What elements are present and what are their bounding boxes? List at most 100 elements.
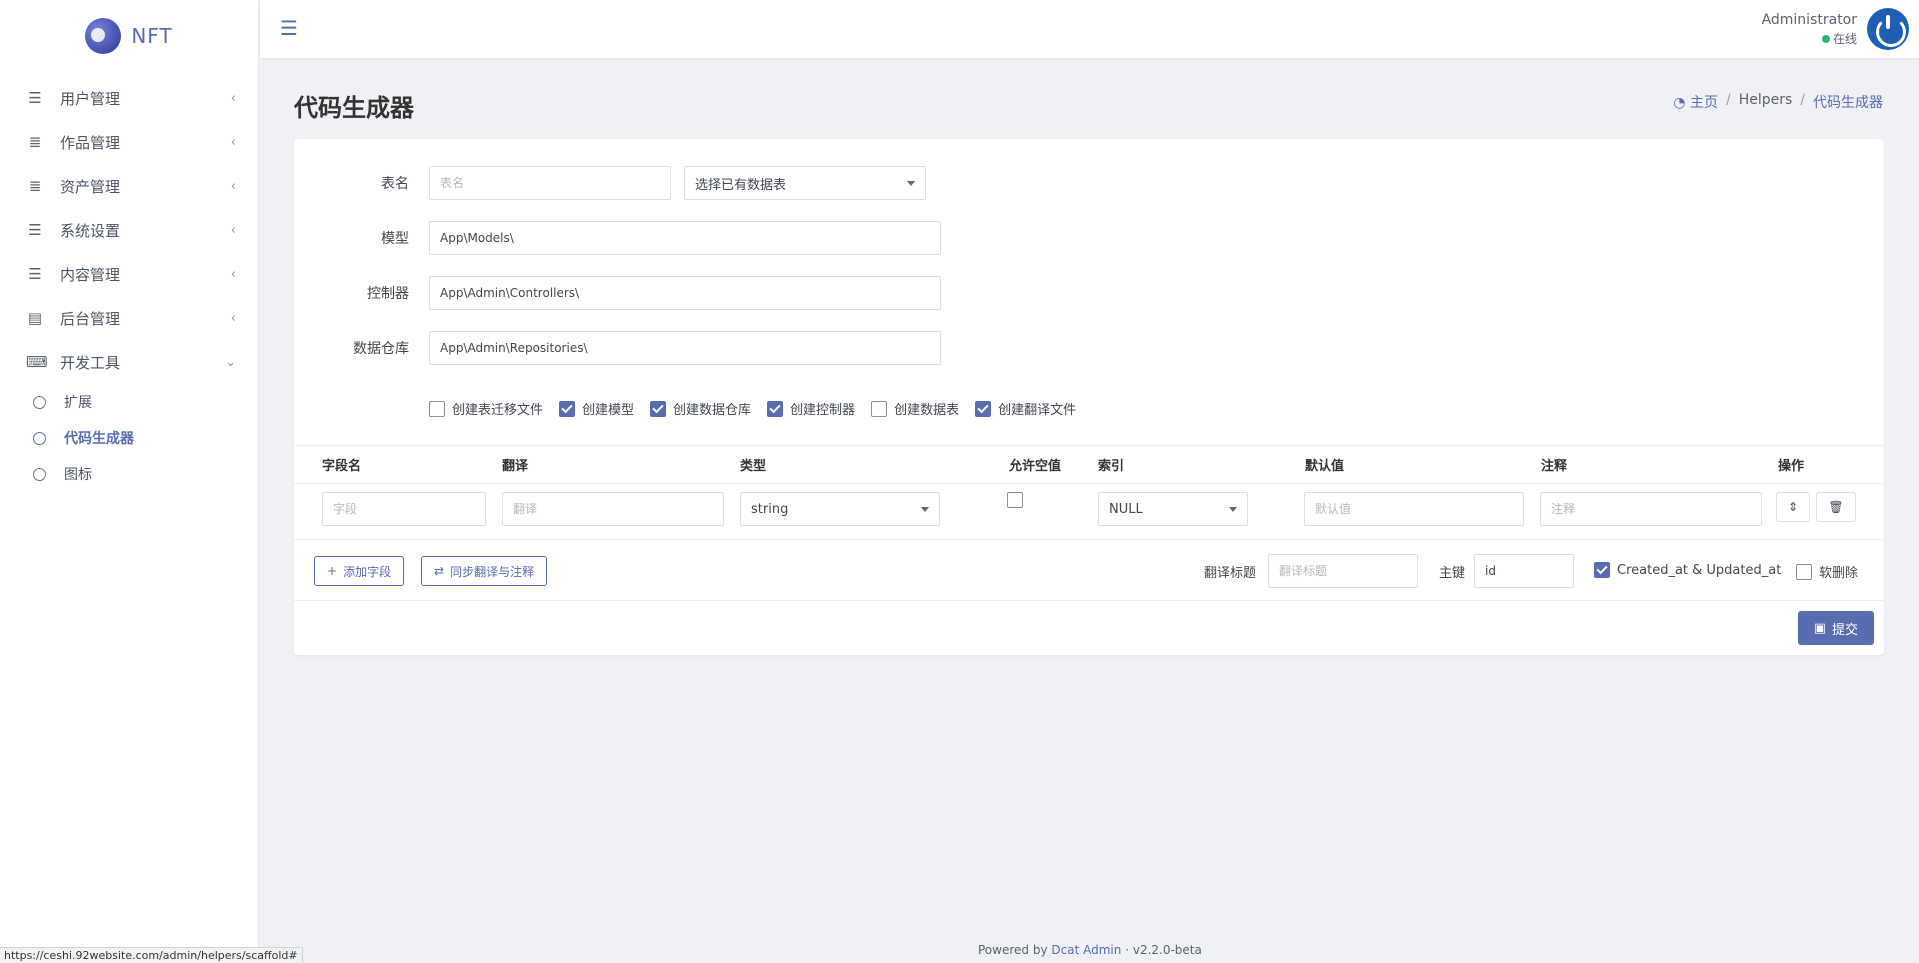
breadcrumb-home[interactable]: ◔ 主页 [1673,92,1718,112]
th-translation: 翻译 [502,459,529,474]
trash-icon: 🗑 [1828,500,1844,514]
user-menu[interactable]: Administrator 在线 [1762,0,1919,58]
sidebar-subitem-label: 图标 [64,467,92,483]
controller-input[interactable] [429,276,941,310]
table-name-label: 表名 [381,176,409,192]
breadcrumb: ◔ 主页 / Helpers / 代码生成器 [1673,92,1883,112]
sidebar-item-settings[interactable]: ☰ 系统设置 ‹ [0,208,258,252]
field-name-input[interactable] [322,492,486,526]
submit-button[interactable]: ▣ 提交 [1797,611,1874,645]
avatar[interactable] [1867,8,1909,50]
save-icon: ▣ [1813,620,1826,636]
menu-toggle-icon[interactable]: ☰ [280,16,298,40]
checkbox[interactable] [975,400,992,417]
add-field-button[interactable]: + 添加字段 [314,556,405,586]
checkbox[interactable] [1796,563,1812,580]
th-nullable: 允许空值 [1009,459,1062,474]
status-url: https://ceshi.92website.com/admin/helper… [4,949,298,962]
sidebar-subitem-label: 扩展 [64,395,92,411]
chevron-left-icon: ‹ [230,134,236,150]
checkbox[interactable] [429,400,445,417]
timestamps-option[interactable]: Created_at & Updated_at [1594,562,1781,578]
primary-key-label: 主键 [1439,566,1466,581]
dashboard-icon: ◔ [1673,95,1686,111]
checkbox[interactable] [559,400,576,417]
controller-label: 控制器 [367,286,409,302]
checkbox[interactable] [1594,562,1610,578]
breadcrumb-current: 代码生成器 [1813,95,1883,111]
footer: Powered by Dcat Admin · v2.2.0-beta [978,943,1202,957]
field-comment-input[interactable] [1540,492,1762,526]
field-index-select[interactable]: NULL [1098,492,1248,526]
sort-button[interactable]: ⇕ [1776,492,1810,522]
sidebar-subitem-extensions[interactable]: 扩展 [0,384,258,420]
sidebar-item-devtools[interactable]: ⌨ 开发工具 ⌄ [0,340,258,384]
sidebar-subitem-icons[interactable]: 图标 [0,456,258,492]
option-create-controller[interactable]: 创建控制器 [767,399,855,418]
bars-icon: ☰ [28,221,42,239]
repository-row: 数据仓库 [294,331,941,365]
checkbox[interactable] [650,400,667,417]
devtools-submenu: 扩展 代码生成器 图标 [0,384,258,492]
chevron-left-icon: ‹ [230,178,236,194]
delete-row-button[interactable]: 🗑 [1816,492,1856,522]
checkbox[interactable] [871,400,888,417]
sidebar-item-assets[interactable]: ≣ 资产管理 ‹ [0,164,258,208]
translation-title-input[interactable] [1268,554,1418,588]
browser-status-bar: https://ceshi.92website.com/admin/helper… [0,947,303,963]
sidebar: NFT ☰ 用户管理 ‹ ≣ 作品管理 ‹ ≣ 资产管理 ‹ ☰ 系统设置 ‹ … [0,0,259,963]
sidebar-item-label: 后台管理 [60,309,121,328]
th-default: 默认值 [1305,459,1345,474]
sidebar-item-works[interactable]: ≣ 作品管理 ‹ [0,120,258,164]
translation-title-label: 翻译标题 [1204,566,1257,581]
th-type: 类型 [740,459,767,474]
controller-row: 控制器 [294,276,941,310]
sidebar-subitem-scaffold[interactable]: 代码生成器 [0,420,258,456]
circle-icon [33,395,46,409]
primary-key-input[interactable] [1474,554,1574,588]
dcat-admin-link[interactable]: Dcat Admin [1051,943,1121,957]
model-row: 模型 [294,221,941,255]
model-label: 模型 [381,231,409,247]
th-comment: 注释 [1541,459,1568,474]
checkbox[interactable] [767,400,784,417]
user-info: Administrator 在线 [1762,12,1857,47]
keyboard-icon: ⌨ [26,353,48,371]
option-create-table[interactable]: 创建数据表 [871,399,959,418]
sidebar-item-content[interactable]: ☰ 内容管理 ‹ [0,252,258,296]
option-create-migration[interactable]: 创建表迁移文件 [429,399,543,418]
brand[interactable]: NFT [0,0,258,72]
soft-delete-option[interactable]: 软删除 [1796,562,1858,581]
bars-icon: ☰ [28,89,42,107]
online-dot-icon [1821,34,1830,43]
field-type-select[interactable]: string [740,492,940,526]
field-default-input[interactable] [1304,492,1524,526]
sidebar-item-label: 开发工具 [60,353,121,372]
option-create-repository[interactable]: 创建数据仓库 [650,399,751,418]
table-name-input[interactable] [429,166,671,200]
nullable-checkbox[interactable] [1007,492,1023,508]
field-translation-input[interactable] [502,492,724,526]
sidebar-item-users[interactable]: ☰ 用户管理 ‹ [0,76,258,120]
server-icon: ▤ [27,309,43,327]
repository-input[interactable] [429,331,941,365]
list-icon: ≣ [28,133,42,151]
chevron-left-icon: ‹ [230,90,236,106]
breadcrumb-helpers: Helpers [1738,92,1793,108]
sidebar-item-admin[interactable]: ▤ 后台管理 ‹ [0,296,258,340]
sync-translation-button[interactable]: ⇄ 同步翻译与注释 [421,556,548,586]
existing-table-select[interactable]: 选择已有数据表 [684,166,926,200]
sidebar-item-label: 作品管理 [60,133,121,152]
caret-down-icon [921,506,929,512]
caret-down-icon [907,180,915,186]
circle-icon [33,467,46,481]
sidebar-item-label: 内容管理 [60,265,121,284]
caret-down-icon [1229,506,1237,512]
page-title: 代码生成器 [294,94,414,122]
model-input[interactable] [429,221,941,255]
option-create-model[interactable]: 创建模型 [559,399,634,418]
option-create-lang[interactable]: 创建翻译文件 [975,399,1076,418]
user-name: Administrator [1761,11,1857,28]
brand-logo [85,18,122,54]
breadcrumb-separator: / [1800,92,1805,108]
